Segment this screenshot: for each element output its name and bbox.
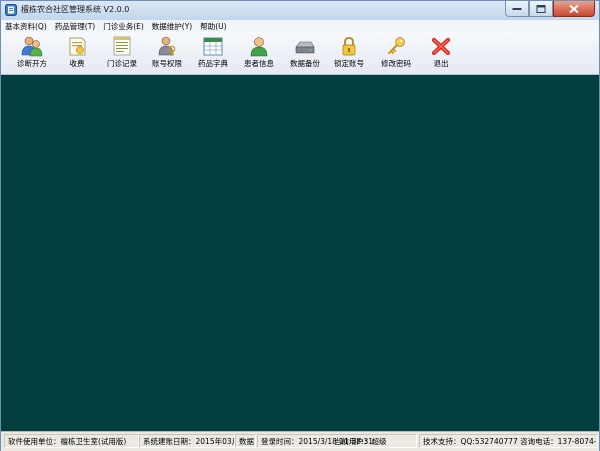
title-bar[interactable]: 檀栋农合社区管理系统 V2.0.0 [1,1,599,20]
doctor-people-icon [21,36,43,57]
minimize-icon [512,7,522,10]
menu-data-maintenance[interactable]: 数据维护(Y) [148,21,196,32]
status-bar: 软件使用单位：檀栋卫生室(试用版) 系统建账日期：2015年03月18日 数据 … [1,431,599,451]
account-permission-button[interactable]: 账号权限 [145,35,189,73]
close-icon [569,4,579,13]
app-window: 檀栋农合社区管理系统 V2.0.0 基本资料(Q) 药品管理(T) 门诊业务(E… [0,0,600,451]
menu-basic-data[interactable]: 基本资料(Q) [1,21,51,32]
toolbar-label: 退出 [433,59,449,68]
status-support: 技术支持：QQ:532740777 咨询电话：137-8074-1 [419,434,598,448]
toolbar-label: 门诊记录 [107,59,137,68]
maximize-icon [536,4,546,13]
menu-bar: 基本资料(Q) 药品管理(T) 门诊业务(E) 数据维护(Y) 帮助(U) [1,20,599,32]
toolbar-label: 数据备份 [290,59,320,68]
menu-help[interactable]: 帮助(U) [196,21,230,32]
close-button[interactable] [553,1,595,17]
padlock-icon [342,37,356,56]
toolbar-label: 诊断开方 [17,59,47,68]
disk-drive-icon [295,41,315,54]
window-title: 檀栋农合社区管理系统 V2.0.0 [21,5,130,14]
patient-user-icon [250,37,268,57]
minimize-button[interactable] [505,1,529,17]
toolbar-label: 修改密码 [381,59,411,68]
key-icon [388,37,405,54]
patient-info-button[interactable]: 患者信息 [237,35,281,73]
status-current-user: 当前用户：超级 [331,434,417,448]
maximize-button[interactable] [529,1,553,17]
menu-drug-management[interactable]: 药品管理(T) [51,21,99,32]
status-data: 数据 [235,434,256,448]
toolbar-label: 锁定账号 [334,59,364,68]
drug-dictionary-button[interactable]: 药品字典 [191,35,235,73]
status-org: 软件使用单位：檀栋卫生室(试用版) [4,434,139,448]
window-controls [505,1,595,18]
calendar-grid-icon [203,37,223,56]
cashier-note-icon [69,37,86,56]
ledger-list-icon [113,36,131,56]
toolbar: 诊断开方 收费 门诊记录 账号权限 药品字典 患者信息 数据备份 锁定账号 修改… [1,32,599,75]
data-backup-button[interactable]: 数据备份 [283,35,327,73]
menu-outpatient[interactable]: 门诊业务(E) [99,21,148,32]
diagnose-prescribe-button[interactable]: 诊断开方 [10,35,54,73]
exit-button[interactable]: 退出 [419,35,463,73]
key-account-icon [158,36,176,56]
outpatient-record-button[interactable]: 门诊记录 [100,35,144,73]
change-password-button[interactable]: 修改密码 [374,35,418,73]
toolbar-label: 患者信息 [244,59,274,68]
charge-button[interactable]: 收费 [55,35,99,73]
app-icon [5,4,17,16]
lock-account-button[interactable]: 锁定账号 [327,35,371,73]
toolbar-label: 收费 [69,59,85,68]
workspace-area [1,75,599,431]
red-x-icon [431,37,451,56]
toolbar-label: 药品字典 [198,59,228,68]
toolbar-label: 账号权限 [152,59,182,68]
status-build-date: 系统建账日期：2015年03月18日 [139,434,235,448]
